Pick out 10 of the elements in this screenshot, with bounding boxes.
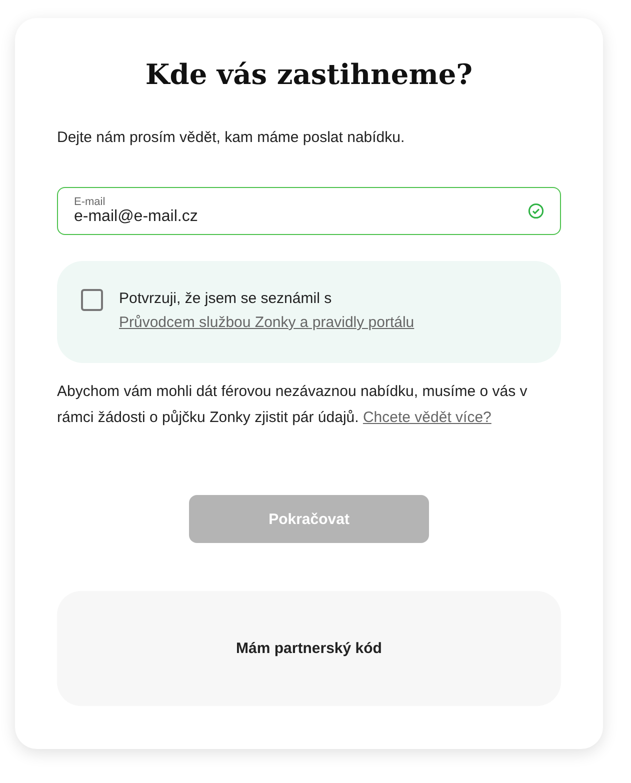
consent-text: Potvrzuji, že jsem se seznámil s Průvodcem službou Zonky a pravidly portálu xyxy=(119,289,416,333)
partner-code-panel[interactable]: Mám partnerský kód xyxy=(57,591,561,706)
page-title: Kde vás zastihneme? xyxy=(144,58,474,91)
more-info-link[interactable]: Chcete vědět více? xyxy=(362,409,492,426)
intro-text: Dejte nám prosím vědět, kam máme poslat nabídku. xyxy=(57,129,406,146)
terms-link[interactable]: Průvodcem službou Zonky a pravidly portálu xyxy=(119,314,414,331)
check-circle-icon xyxy=(528,203,544,219)
email-field[interactable]: E-mail e-mail@e-mail.cz xyxy=(57,187,561,235)
consent-checkbox[interactable] xyxy=(81,289,103,311)
info-text: Abychom vám mohli dát férovou nezávaznou nabídku, musíme o vás v rámci žádosti o půjčku Zonky zjistit pár údajů. Chcete vědět více? xyxy=(57,382,528,428)
